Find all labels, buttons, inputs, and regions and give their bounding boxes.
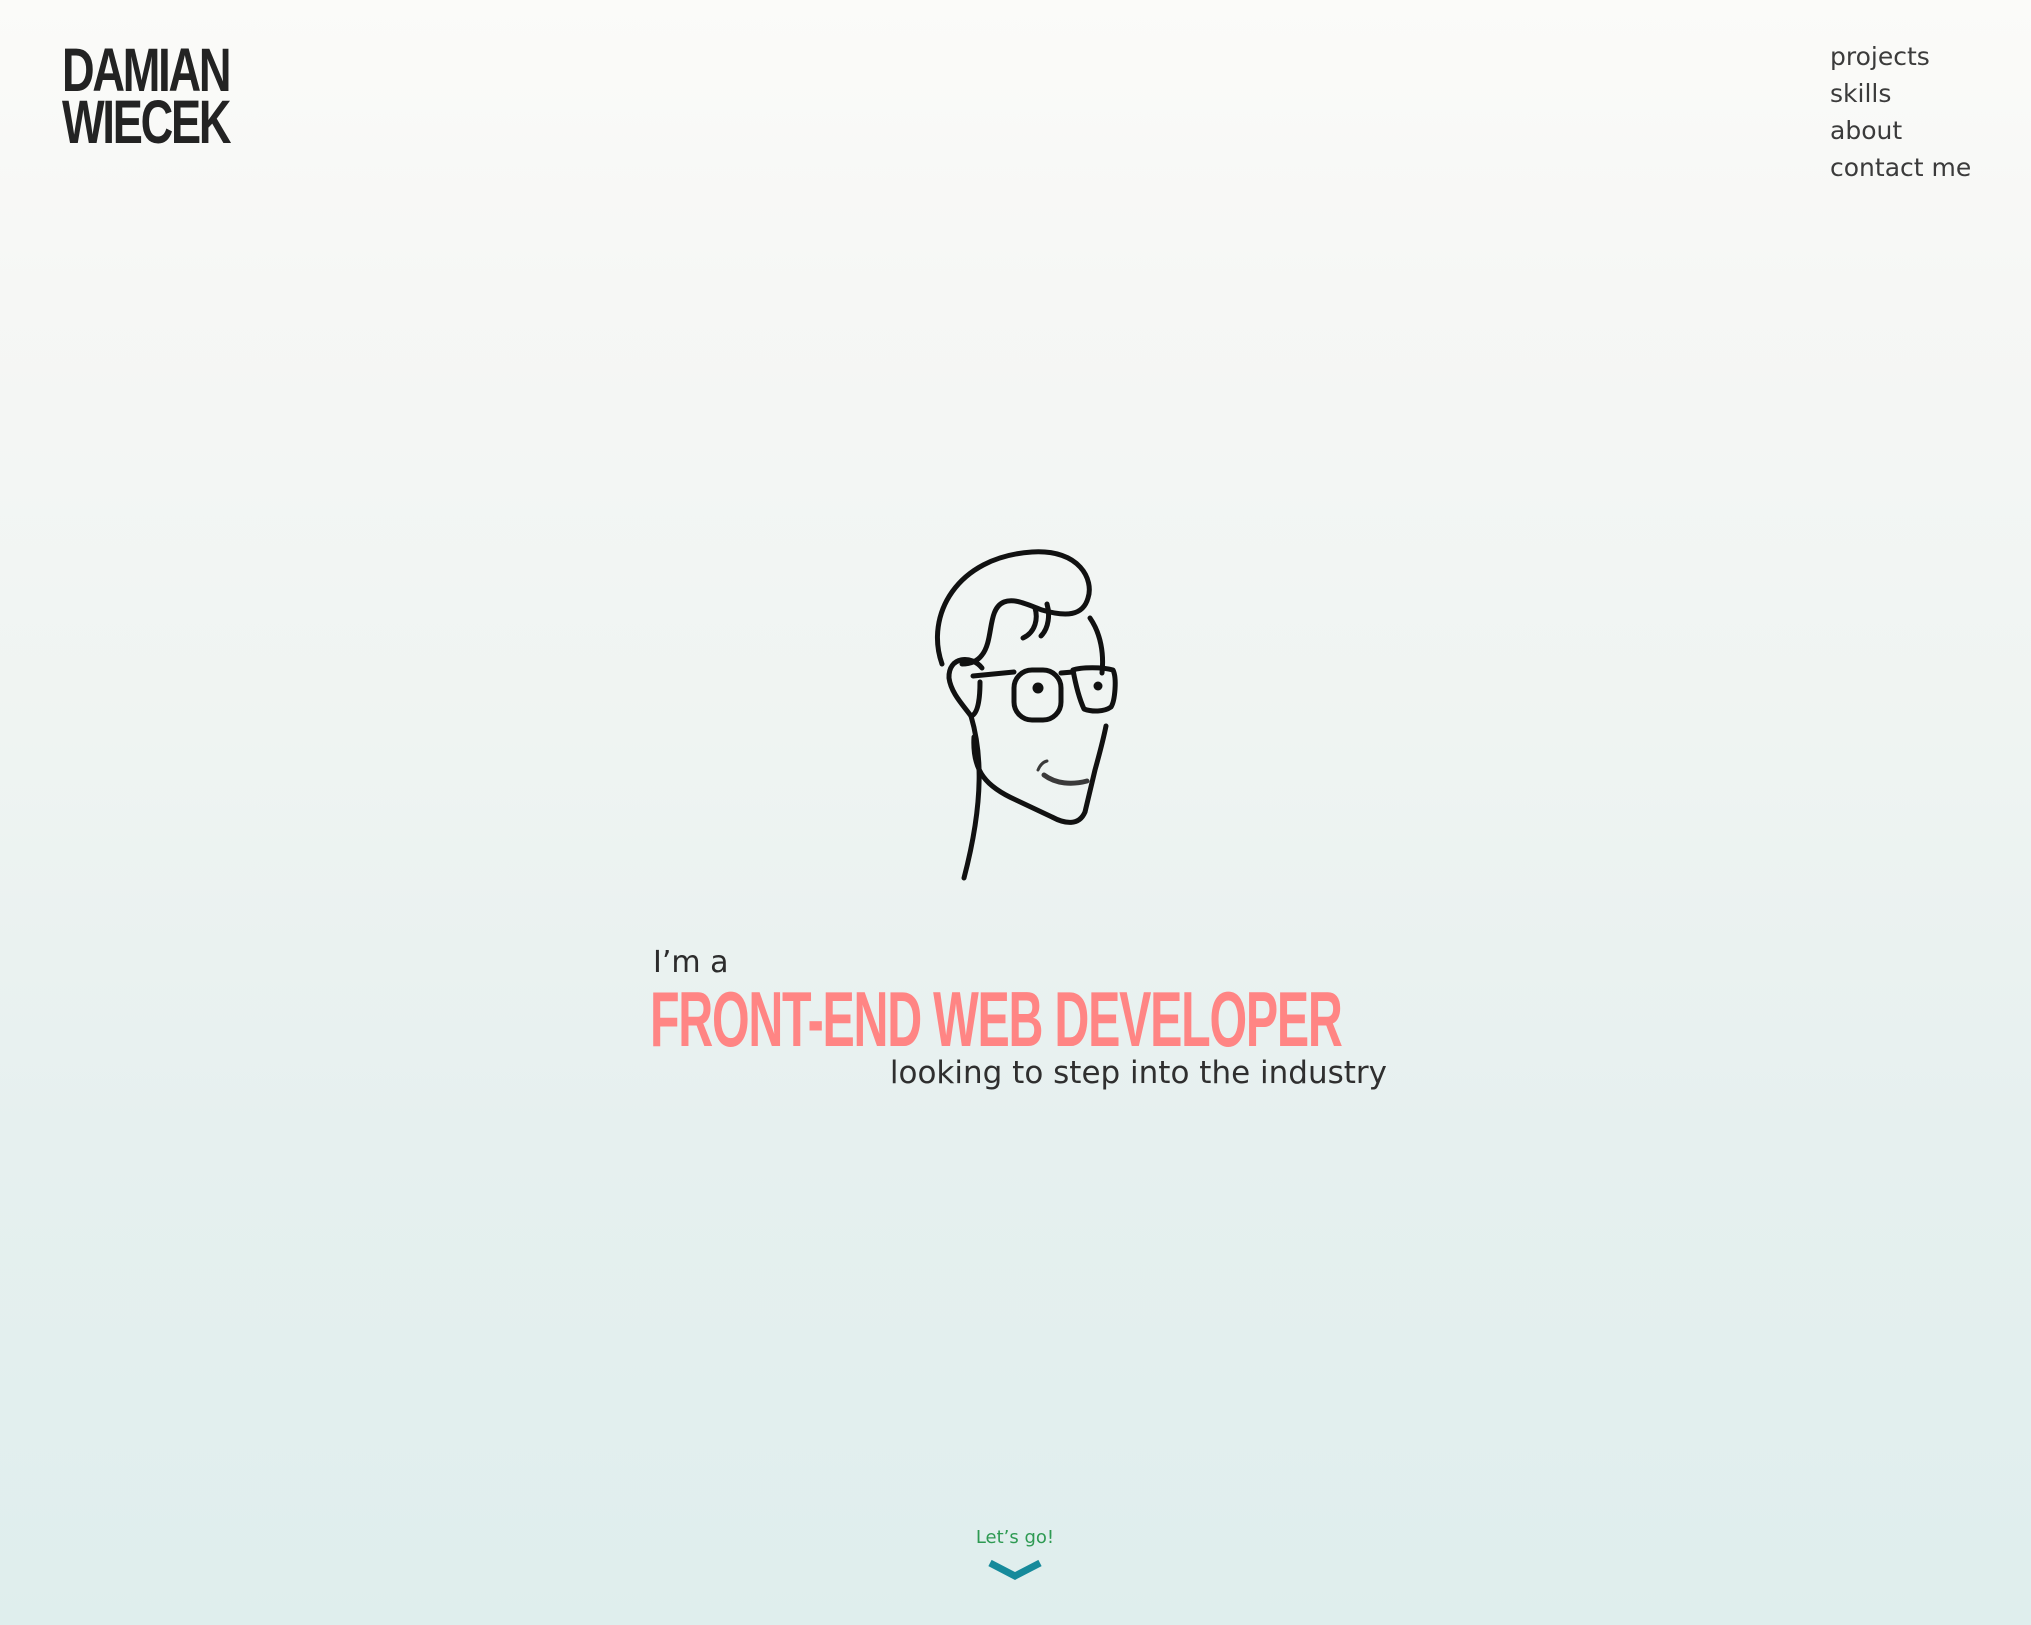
scroll-cta[interactable]: Let’s go!	[915, 1524, 1115, 1582]
face-with-glasses-line-drawing-icon	[935, 549, 1118, 881]
cta-label: Let’s go!	[975, 1527, 1055, 1548]
main-navigation: projects skills about contact me	[1830, 38, 1971, 186]
nav-link-about[interactable]: about	[1830, 112, 1971, 149]
logo-last-name: WIECEK	[62, 88, 231, 157]
nav-link-projects[interactable]: projects	[1830, 38, 1971, 75]
hero-title: FRONT-END WEB DEVELOPER	[650, 975, 1343, 1063]
chevron-down-icon[interactable]	[986, 1554, 1044, 1582]
logo[interactable]: DAMIAN WIECEK	[62, 39, 231, 157]
nav-link-skills[interactable]: skills	[1830, 75, 1971, 112]
hero-text: I’m a FRONT-END WEB DEVELOPER looking to…	[650, 944, 1390, 1092]
nav-link-contact-me[interactable]: contact me	[1830, 149, 1971, 186]
